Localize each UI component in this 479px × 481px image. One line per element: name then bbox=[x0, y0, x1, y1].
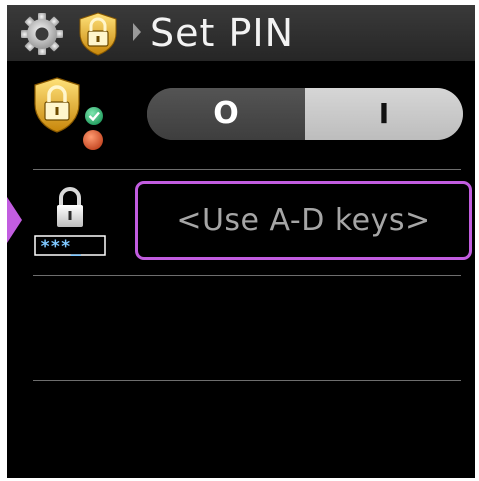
pin-input-placeholder: <Use A-D keys> bbox=[176, 203, 431, 238]
selection-indicator-icon bbox=[7, 197, 22, 243]
shield-lock-status-icon bbox=[34, 77, 103, 150]
toggle-off-segment[interactable]: O bbox=[147, 88, 305, 140]
row-divider bbox=[33, 169, 461, 170]
device-screen: Set PIN O I ***_ <Use A-D keys> bbox=[7, 5, 475, 478]
pin-mask-text: ***_ bbox=[40, 237, 82, 257]
toggle-off-label: O bbox=[213, 96, 239, 131]
row-divider bbox=[33, 275, 461, 276]
toggle-on-segment[interactable]: I bbox=[305, 88, 463, 140]
lock-pin-icon: ***_ bbox=[34, 187, 106, 257]
pin-lock-toggle[interactable]: O I bbox=[147, 88, 463, 140]
header-bar: Set PIN bbox=[7, 5, 475, 61]
page-title: Set PIN bbox=[150, 11, 295, 55]
breadcrumb-arrow-icon bbox=[133, 23, 141, 41]
toggle-on-label: I bbox=[378, 97, 390, 130]
lock-shield-icon bbox=[79, 12, 117, 56]
gear-icon[interactable] bbox=[19, 11, 65, 57]
pin-input-field[interactable]: <Use A-D keys> bbox=[135, 181, 472, 260]
row-divider bbox=[33, 380, 461, 381]
